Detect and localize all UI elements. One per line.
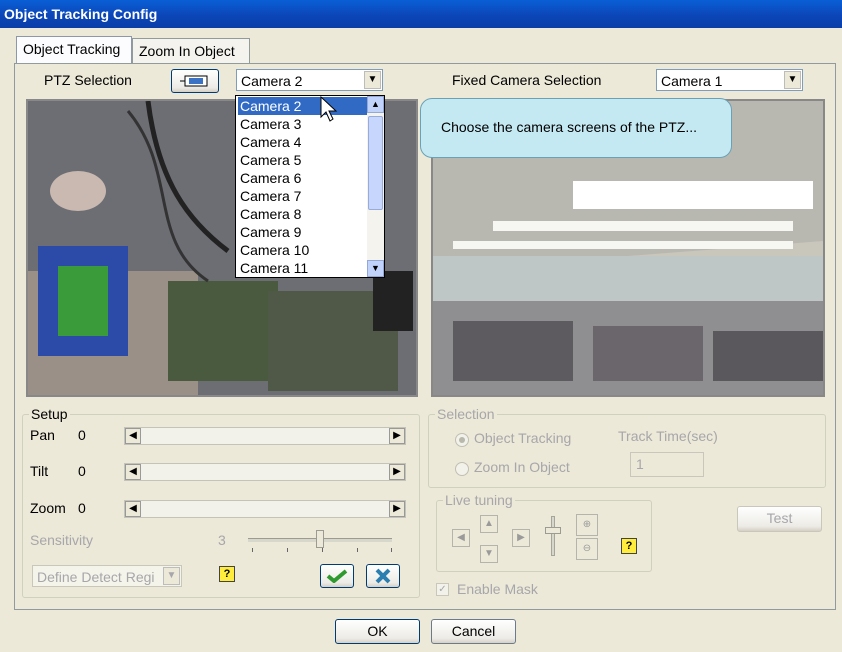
- dropdown-option[interactable]: Camera 4: [238, 133, 368, 151]
- camera-connect-icon: [180, 75, 208, 87]
- selection-legend: Selection: [435, 406, 497, 422]
- pan-label: Pan: [30, 427, 55, 443]
- chevron-right-icon[interactable]: ▶: [389, 501, 405, 517]
- sensitivity-ticks: [252, 548, 392, 552]
- dropdown-option[interactable]: Camera 3: [238, 115, 368, 133]
- define-region-value: Define Detect Regi: [37, 569, 155, 585]
- chevron-down-icon[interactable]: ▼: [784, 71, 801, 89]
- chevron-right-icon[interactable]: ▶: [389, 464, 405, 480]
- dropdown-option[interactable]: Camera 9: [238, 223, 368, 241]
- setup-legend: Setup: [29, 406, 70, 422]
- chevron-left-icon[interactable]: ◀: [125, 464, 141, 480]
- tilt-label: Tilt: [30, 463, 49, 479]
- ok-button[interactable]: OK: [335, 619, 420, 644]
- cancel-region-button[interactable]: [366, 564, 400, 588]
- sensitivity-slider-thumb[interactable]: [316, 530, 324, 548]
- help-icon[interactable]: ?: [621, 538, 637, 554]
- zoom-tuning-track[interactable]: [551, 516, 555, 556]
- tab-object-tracking[interactable]: Object Tracking: [16, 36, 132, 63]
- mouse-cursor-icon: [320, 96, 338, 122]
- tooltip-balloon: Choose the camera screens of the PTZ...: [420, 98, 732, 158]
- zoom-value: 0: [78, 500, 86, 516]
- ptz-connect-button[interactable]: [171, 69, 219, 93]
- ptz-camera-dropdown-list[interactable]: Camera 2 Camera 3 Camera 4 Camera 5 Came…: [235, 95, 385, 278]
- tilt-slider[interactable]: ◀ ▶: [124, 463, 406, 481]
- chevron-down-icon[interactable]: ▼: [480, 545, 498, 563]
- selection-group: Selection: [428, 406, 826, 488]
- dropdown-option[interactable]: Camera 11: [238, 259, 368, 277]
- enable-mask-label: Enable Mask: [457, 581, 538, 597]
- chevron-left-icon[interactable]: ◀: [125, 501, 141, 517]
- dropdown-option[interactable]: Camera 6: [238, 169, 368, 187]
- track-time-label: Track Time(sec): [618, 428, 718, 444]
- pan-slider[interactable]: ◀ ▶: [124, 427, 406, 445]
- chevron-down-icon[interactable]: ▼: [163, 567, 180, 585]
- object-tracking-label: Object Tracking: [474, 430, 572, 446]
- chevron-down-icon[interactable]: ▼: [364, 71, 381, 89]
- enable-mask-checkbox[interactable]: ✓: [436, 583, 449, 596]
- chevron-right-icon[interactable]: ▶: [512, 529, 530, 547]
- dropdown-scrollbar[interactable]: ▲ ▼: [367, 96, 384, 277]
- cancel-button[interactable]: Cancel: [431, 619, 516, 644]
- test-button[interactable]: Test: [737, 506, 822, 532]
- sensitivity-label: Sensitivity: [30, 532, 94, 548]
- close-icon: [375, 568, 391, 584]
- chevron-up-icon[interactable]: ▲: [480, 515, 498, 533]
- radio-zoom-in-object[interactable]: [455, 462, 469, 476]
- dropdown-option[interactable]: Camera 10: [238, 241, 368, 259]
- fixed-camera-select[interactable]: Camera 1 ▼: [656, 69, 803, 91]
- ptz-camera-value: Camera 2: [241, 73, 303, 89]
- chevron-right-icon[interactable]: ▶: [389, 428, 405, 444]
- tab-zoom-in-object[interactable]: Zoom In Object: [132, 38, 250, 63]
- chevron-up-icon[interactable]: ▲: [367, 96, 384, 113]
- help-icon[interactable]: ?: [219, 566, 235, 582]
- zoom-tuning-thumb[interactable]: [545, 527, 561, 534]
- fixed-camera-label: Fixed Camera Selection: [452, 72, 602, 88]
- chevron-left-icon[interactable]: ◀: [452, 529, 470, 547]
- scrollbar-thumb[interactable]: [368, 116, 383, 210]
- chevron-down-icon[interactable]: ▼: [367, 260, 384, 277]
- zoom-in-icon[interactable]: ⊕: [576, 514, 598, 536]
- window-title: Object Tracking Config: [4, 6, 158, 22]
- radio-object-tracking[interactable]: [455, 433, 469, 447]
- zoom-slider[interactable]: ◀ ▶: [124, 500, 406, 518]
- dropdown-option[interactable]: Camera 7: [238, 187, 368, 205]
- checkmark-icon: [326, 569, 348, 584]
- chevron-left-icon[interactable]: ◀: [125, 428, 141, 444]
- tilt-value: 0: [78, 463, 86, 479]
- zoom-label: Zoom: [30, 500, 66, 516]
- live-tuning-legend: Live tuning: [443, 492, 515, 508]
- ptz-camera-select[interactable]: Camera 2 ▼: [236, 69, 383, 91]
- dropdown-option[interactable]: Camera 5: [238, 151, 368, 169]
- ptz-selection-label: PTZ Selection: [44, 72, 132, 88]
- zoom-in-object-label: Zoom In Object: [474, 459, 570, 475]
- apply-button[interactable]: [320, 564, 354, 588]
- zoom-out-icon[interactable]: ⊖: [576, 538, 598, 560]
- define-region-select[interactable]: Define Detect Regi ▼: [32, 565, 182, 587]
- dropdown-option[interactable]: Camera 8: [238, 205, 368, 223]
- dropdown-option[interactable]: Camera 2: [238, 97, 368, 115]
- title-bar[interactable]: Object Tracking Config: [0, 0, 842, 28]
- pan-value: 0: [78, 427, 86, 443]
- sensitivity-value: 3: [218, 532, 226, 548]
- track-time-input[interactable]: 1: [630, 452, 704, 477]
- fixed-camera-value: Camera 1: [661, 73, 723, 89]
- tooltip-text: Choose the camera screens of the PTZ...: [441, 119, 698, 135]
